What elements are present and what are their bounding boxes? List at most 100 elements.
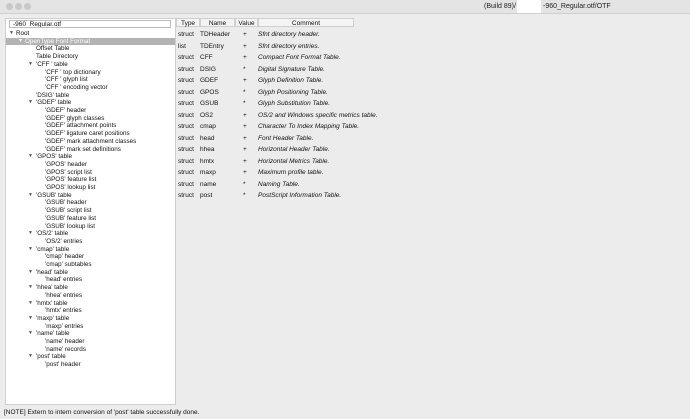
tree-item[interactable]: 'GPOS' header [6, 161, 175, 169]
cell-comment: PostScript Information Table. [258, 192, 342, 199]
tree-item[interactable]: 'maxp' entries [6, 323, 175, 331]
table-row[interactable]: list TDEntry + Sfnt directory entries. [176, 41, 576, 53]
table-row[interactable]: struct GPOS * Glyph Positioning Table. [176, 87, 576, 99]
disclosure-triangle-icon[interactable]: ▼ [28, 99, 33, 107]
table-row[interactable]: struct OS2 + OS/2 and Windows specific metr… [176, 110, 576, 122]
close-window-button[interactable] [6, 3, 13, 10]
disclosure-triangle-icon[interactable]: ▼ [28, 230, 33, 238]
window-title-redaction [517, 0, 541, 13]
tree-item[interactable]: 'GDEF' glyph classes [6, 115, 175, 123]
tree-item[interactable]: 'hmtx' entries [6, 307, 175, 315]
tree-item[interactable]: 'GPOS' lookup list [6, 184, 175, 192]
tree-item[interactable]: 'GDEF' attachment points [6, 122, 175, 130]
table-row[interactable]: struct GDEF + Glyph Definition Table. [176, 75, 576, 87]
tree-item[interactable]: 'name' header [6, 338, 175, 346]
tree-item[interactable]: ▼'hmtx' table [6, 300, 175, 308]
tree-item[interactable]: 'GDEF' mark set definitions [6, 146, 175, 154]
cell-comment: Horizontal Header Table. [258, 146, 330, 153]
tree-item[interactable]: ▼ 'GDEF' table [6, 99, 175, 107]
tree-item-label: 'GDEF' header [45, 107, 87, 114]
tree-item[interactable]: ▼'post' table [6, 353, 175, 361]
table-row[interactable]: struct head + Font Header Table. [176, 133, 576, 145]
zoom-window-button[interactable] [24, 3, 31, 10]
tree-item[interactable]: 'GSUB' lookup list [6, 223, 175, 231]
table-row[interactable]: struct cmap + Character To Index Mapping Ta… [176, 121, 576, 133]
tree-item[interactable]: 'CFF ' top dictionary [6, 69, 175, 77]
cell-name: hmtx [200, 157, 215, 165]
tree-item[interactable]: ▼ 'OS/2' table [6, 230, 175, 238]
tree-item[interactable]: 'GDEF' ligature caret positions [6, 130, 175, 138]
tree-item-label: 'GDEF' glyph classes [45, 114, 105, 122]
cell-name: CFF [200, 54, 213, 61]
tree-item[interactable]: Offset Table [6, 45, 175, 53]
disclosure-triangle-icon[interactable]: ▼ [28, 192, 33, 200]
tree-item[interactable]: 'DSIG' table [6, 92, 175, 100]
tree-item[interactable]: 'head' entries [6, 276, 175, 284]
tree-item[interactable]: 'name' records [6, 346, 175, 354]
tree-item[interactable]: 'GPOS' feature list [6, 176, 175, 184]
cell-type: struct [178, 31, 194, 38]
tree-item[interactable]: 'CFF ' glyph list [6, 76, 175, 84]
tree-item[interactable]: ▼'cmap' table [6, 246, 175, 254]
tree-item[interactable]: 'GSUB' header [6, 199, 175, 207]
disclosure-triangle-icon[interactable]: ▼ [28, 315, 33, 323]
table-row[interactable]: struct CFF + Compact Font Format Table. [176, 52, 576, 64]
disclosure-triangle-icon[interactable]: ▼ [28, 353, 33, 361]
disclosure-triangle-icon[interactable]: ▼ [28, 330, 33, 338]
tree-item[interactable]: 'GDEF' header [6, 107, 175, 115]
disclosure-triangle-icon[interactable]: ▼ [28, 284, 33, 292]
tree-item-label: 'GDEF' ligature caret positions [45, 130, 130, 138]
table-row[interactable]: struct GSUB * Glyph Substitution Table. [176, 98, 576, 110]
file-name-field[interactable]: -960_Regular.otf [9, 20, 171, 28]
disclosure-triangle-icon[interactable]: ▼ [28, 269, 33, 277]
disclosure-triangle-icon[interactable]: ▼ [28, 153, 33, 161]
tree-item[interactable]: 'post' header [6, 361, 175, 369]
column-header-name[interactable]: Name [200, 18, 235, 27]
tree-item[interactable]: ▼ OpenType Font Format [6, 37, 175, 46]
table-row[interactable]: struct hmtx + Horizontal Metrics Table. [176, 156, 576, 168]
cell-comment: Glyph Substitution Table. [258, 100, 331, 107]
tree-item[interactable]: 'GSUB' feature list [6, 215, 175, 223]
cell-name: head [200, 134, 215, 142]
column-header-type[interactable]: Type [176, 18, 200, 27]
table-row[interactable]: struct maxp + Maximum profile table. [176, 167, 576, 179]
column-header-value[interactable]: Value [235, 18, 258, 27]
tree-item[interactable]: 'cmap' subtables [6, 261, 175, 269]
tree-item[interactable]: Table Directory [6, 53, 175, 61]
tree-item-label: 'GDEF' table [36, 99, 72, 107]
tree-item[interactable]: ▼'maxp' table [6, 315, 175, 323]
disclosure-triangle-icon[interactable]: ▼ [28, 300, 33, 308]
cell-value: + [243, 31, 247, 38]
tree-item[interactable]: ▼'hhea' table [6, 284, 175, 292]
tree-item[interactable]: 'cmap' header [6, 253, 175, 261]
disclosure-triangle-icon[interactable]: ▼ [18, 38, 23, 46]
tree-item[interactable]: 'OS/2' entries [6, 238, 175, 246]
disclosure-triangle-icon[interactable]: ▼ [28, 246, 33, 254]
tree-item-label: 'cmap' header [45, 253, 85, 261]
table-row[interactable]: struct DSIG * Digital Signature Table. [176, 64, 576, 76]
disclosure-triangle-icon[interactable]: ▼ [9, 30, 14, 38]
tree-item[interactable]: ▼ 'GSUB' table [6, 192, 175, 200]
tree-item[interactable]: ▼'name' table [6, 330, 175, 338]
table-row[interactable]: struct name * Naming Table. [176, 179, 576, 191]
table-row[interactable]: struct TDHeader + Sfnt directory header. [176, 29, 576, 41]
cell-comment: Font Header Table. [258, 134, 314, 142]
tree-item[interactable]: ▼ 'CFF ' table [6, 61, 175, 69]
tree-item[interactable]: 'GSUB' script list [6, 207, 175, 215]
tree-item[interactable]: ▼ Root [6, 30, 175, 38]
tree-item[interactable]: 'hhea' entries [6, 292, 175, 300]
tree-item[interactable]: ▼'head' table [6, 269, 175, 277]
cell-name: GPOS [200, 88, 219, 96]
table-row[interactable]: struct hhea + Horizontal Header Table. [176, 144, 576, 156]
tree-item[interactable]: 'GPOS' script list [6, 169, 175, 177]
disclosure-triangle-icon[interactable]: ▼ [28, 61, 33, 69]
tree-item[interactable]: 'CFF ' encoding vector [6, 84, 175, 92]
cell-name: name [200, 180, 217, 188]
tree-item-label: 'GSUB' lookup list [45, 222, 95, 230]
table-row[interactable]: struct post * PostScript Information Table. [176, 190, 576, 202]
tree-item[interactable]: ▼ 'GPOS' table [6, 153, 175, 161]
minimize-window-button[interactable] [15, 3, 22, 10]
tree-item[interactable]: 'GDEF' mark attachment classes [6, 138, 175, 146]
cell-value: + [243, 169, 247, 176]
column-header-comment[interactable]: Comment [258, 18, 354, 27]
